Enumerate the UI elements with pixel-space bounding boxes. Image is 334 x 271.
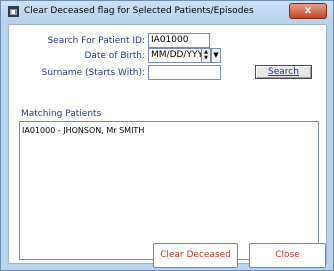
title-bar: ▣ Clear Deceased flag for Selected Patie… bbox=[1, 1, 333, 23]
matching-patients-label: Matching Patients bbox=[21, 109, 102, 119]
clear-deceased-button[interactable]: Clear Deceased bbox=[153, 243, 238, 268]
close-button[interactable]: Close bbox=[249, 243, 326, 268]
matching-patients-list[interactable]: IA01000 - JHONSON, Mr SMITH bbox=[19, 121, 319, 260]
chevron-down-icon: ▼ bbox=[213, 51, 219, 59]
dob-label: Date of Birth: bbox=[84, 51, 145, 61]
dob-dropdown-button[interactable]: ▼ bbox=[211, 48, 221, 63]
dialog-body: Search For Patient ID: IA01000 Date of B… bbox=[8, 24, 327, 264]
surname-label: Surname (Starts With): bbox=[41, 68, 145, 78]
close-icon: x bbox=[304, 5, 312, 16]
dob-spinner[interactable]: ▲ ▼ bbox=[201, 48, 211, 63]
app-icon: ▣ bbox=[8, 6, 19, 17]
list-item[interactable]: IA01000 - JHONSON, Mr SMITH bbox=[22, 126, 144, 135]
patient-id-input[interactable]: IA01000 bbox=[148, 33, 210, 48]
window-close-button[interactable]: x bbox=[289, 3, 327, 19]
dialog-window: ▣ Clear Deceased flag for Selected Patie… bbox=[0, 0, 334, 271]
surname-input[interactable] bbox=[148, 65, 221, 80]
window-title: Clear Deceased flag for Selected Patient… bbox=[24, 6, 254, 16]
dob-input[interactable]: MM/DD/YYYY bbox=[148, 48, 202, 63]
patient-id-label: Search For Patient ID: bbox=[47, 36, 145, 46]
search-button[interactable]: Search bbox=[255, 65, 312, 79]
